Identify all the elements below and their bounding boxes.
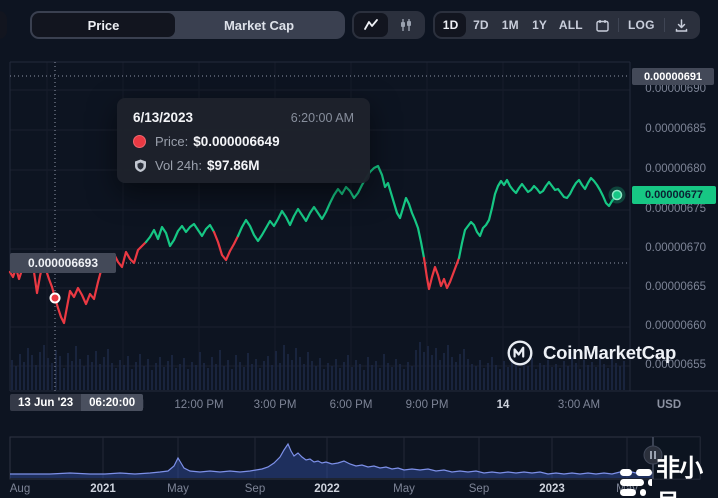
coinmarketcap-watermark-text: CoinMarketCap bbox=[543, 342, 676, 364]
chart-tooltip: 6/13/2023 6:20:00 AM Price: $0.000006649… bbox=[117, 98, 370, 183]
x-axis-label: 6:00 PM bbox=[309, 399, 393, 411]
site-logo-icon bbox=[618, 467, 652, 498]
range-label: 1Y bbox=[532, 18, 547, 32]
range-label: 7D bbox=[473, 18, 489, 32]
coinmarketcap-logo-icon bbox=[506, 339, 534, 367]
clipped-left-control[interactable] bbox=[0, 11, 7, 39]
site-watermark-text: 非小号 bbox=[656, 448, 718, 498]
chart-widget: Price Market Cap 1D 7D 1M 1Y ALL bbox=[0, 0, 718, 498]
left-price-badge: 0.000006693 bbox=[10, 253, 116, 273]
range-button-1y[interactable]: 1Y bbox=[525, 13, 554, 37]
y-axis-label: 0.00000675 bbox=[634, 203, 706, 215]
navigator-label: May bbox=[369, 483, 439, 495]
download-icon bbox=[674, 18, 689, 33]
divider bbox=[618, 18, 619, 32]
price-chart-canvas[interactable] bbox=[0, 0, 718, 498]
divider bbox=[664, 18, 665, 32]
x-axis-label: 14 bbox=[461, 399, 545, 411]
y-axis-label: 0.00000665 bbox=[634, 281, 706, 293]
date-picker-button[interactable] bbox=[588, 13, 617, 37]
navigator-label: 2022 bbox=[292, 483, 362, 495]
crosshair-time-badge: 13 Jun '23 06:20:00 bbox=[10, 394, 143, 411]
y-axis-label: 0.00000660 bbox=[634, 320, 706, 332]
tooltip-time: 6:20:00 AM bbox=[291, 111, 354, 125]
axis-currency: USD bbox=[632, 399, 706, 411]
log-scale-button[interactable]: LOG bbox=[620, 13, 663, 37]
current-price-badge: 0.00000677 bbox=[632, 186, 716, 204]
range-label: 1D bbox=[443, 18, 459, 32]
range-button-7d[interactable]: 7D bbox=[466, 13, 495, 37]
crosshair-price-badge: 0.00000691 bbox=[632, 68, 714, 85]
coinmarketcap-watermark: CoinMarketCap bbox=[506, 339, 676, 367]
chart-type-group bbox=[352, 11, 425, 39]
range-label: 1M bbox=[502, 18, 519, 32]
line-chart-icon bbox=[363, 17, 379, 33]
range-button-all[interactable]: ALL bbox=[554, 13, 587, 37]
range-button-1m[interactable]: 1M bbox=[496, 13, 525, 37]
x-axis-label: 3:00 PM bbox=[233, 399, 317, 411]
line-chart-button[interactable] bbox=[354, 13, 388, 37]
range-button-1d[interactable]: 1D bbox=[435, 13, 466, 37]
navigator-label: Sep bbox=[220, 483, 290, 495]
price-dot-icon bbox=[133, 135, 146, 148]
price-marketcap-toggle: Price Market Cap bbox=[30, 11, 345, 39]
tooltip-vol-value: $97.86M bbox=[207, 158, 260, 173]
site-watermark: 非小号 bbox=[618, 448, 718, 498]
tooltip-price-value: $0.000006649 bbox=[193, 134, 279, 149]
x-axis-label: 3:00 AM bbox=[537, 399, 621, 411]
y-axis-label: 0.00000685 bbox=[634, 123, 706, 135]
navigator-label: Aug bbox=[0, 483, 55, 495]
crosshair-date: 13 Jun '23 bbox=[10, 394, 81, 411]
log-label: LOG bbox=[628, 18, 655, 32]
y-axis-label: 0.00000680 bbox=[634, 163, 706, 175]
shield-icon bbox=[133, 158, 148, 173]
navigator-label: 2021 bbox=[68, 483, 138, 495]
range-group: 1D 7D 1M 1Y ALL LOG bbox=[433, 11, 700, 39]
tab-price[interactable]: Price bbox=[32, 13, 175, 37]
candlestick-chart-button[interactable] bbox=[388, 13, 423, 37]
y-axis-label: 0.00000670 bbox=[634, 242, 706, 254]
x-axis-label: 12:00 PM bbox=[157, 399, 241, 411]
range-label: ALL bbox=[559, 18, 583, 32]
tab-price-label: Price bbox=[88, 18, 120, 33]
download-button[interactable] bbox=[666, 13, 698, 37]
navigator-label: 2023 bbox=[517, 483, 587, 495]
tooltip-price-label: Price: bbox=[155, 134, 188, 149]
crosshair-time: 06:20:00 bbox=[81, 394, 143, 411]
candlestick-icon bbox=[398, 17, 414, 33]
navigator-label: Sep bbox=[444, 483, 514, 495]
tooltip-vol-label: Vol 24h: bbox=[155, 158, 202, 173]
tooltip-date: 6/13/2023 bbox=[133, 110, 193, 125]
navigator-label: May bbox=[143, 483, 213, 495]
tab-market-cap-label: Market Cap bbox=[224, 18, 294, 33]
x-axis-label: 9:00 PM bbox=[385, 399, 469, 411]
tab-market-cap[interactable]: Market Cap bbox=[175, 13, 343, 37]
calendar-icon bbox=[595, 18, 610, 33]
